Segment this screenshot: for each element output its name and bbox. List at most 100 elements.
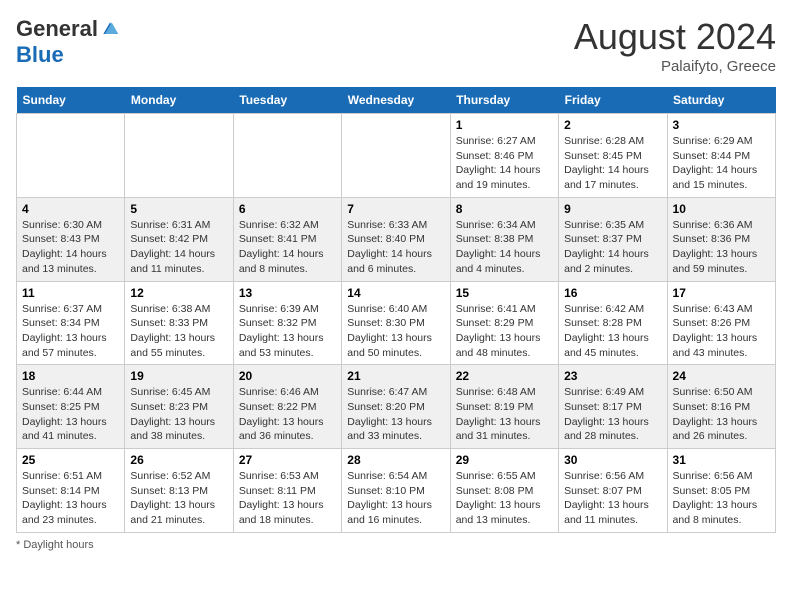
calendar-cell: 25 Sunrise: 6:51 AMSunset: 8:14 PMDayligh…: [17, 449, 125, 533]
location: Palaifyto, Greece: [574, 58, 776, 75]
day-number: 28: [347, 453, 444, 467]
calendar-cell: [233, 114, 341, 198]
logo-icon: [100, 19, 120, 39]
day-number: 20: [239, 369, 336, 383]
day-info: Sunrise: 6:48 AMSunset: 8:19 PMDaylight:…: [456, 385, 553, 444]
calendar-cell: 11Sunrise: 6:37 AMSunset: 8:34 PMDayligh…: [17, 281, 125, 365]
day-info: Sunrise: 6:29 AMSunset: 8:44 PMDaylight:…: [673, 134, 770, 193]
day-info: Sunrise: 6:56 AMSunset: 8:07 PMDaylight:…: [564, 469, 661, 528]
calendar-cell: [125, 114, 233, 198]
calendar-cell: 17 Sunrise: 6:43 AMSunset: 8:26 PMDayligh…: [667, 281, 775, 365]
day-info: Sunrise: 6:46 AMSunset: 8:22 PMDaylight:…: [239, 385, 336, 444]
day-number: 13: [239, 286, 336, 300]
calendar-cell: 23 Sunrise: 6:49 AMSunset: 8:17 PMDayligh…: [559, 365, 667, 449]
calendar-cell: 12Sunrise: 6:38 AMSunset: 8:33 PMDayligh…: [125, 281, 233, 365]
day-number: 21: [347, 369, 444, 383]
day-info: Sunrise: 6:33 AMSunset: 8:40 PMDaylight:…: [347, 218, 444, 277]
day-info: Sunrise: 6:45 AMSunset: 8:23 PMDaylight:…: [130, 385, 227, 444]
day-number: 9: [564, 202, 661, 216]
day-info: Sunrise: 6:38 AMSunset: 8:33 PMDaylight:…: [130, 302, 227, 361]
day-info: Sunrise: 6:39 AMSunset: 8:32 PMDaylight:…: [239, 302, 336, 361]
day-info: Sunrise: 6:40 AMSunset: 8:30 PMDaylight:…: [347, 302, 444, 361]
calendar-cell: 29 Sunrise: 6:55 AMSunset: 8:08 PMDayligh…: [450, 449, 558, 533]
day-info: Sunrise: 6:43 AMSunset: 8:26 PMDaylight:…: [673, 302, 770, 361]
day-number: 30: [564, 453, 661, 467]
calendar-cell: 30 Sunrise: 6:56 AMSunset: 8:07 PMDayligh…: [559, 449, 667, 533]
day-info: Sunrise: 6:28 AMSunset: 8:45 PMDaylight:…: [564, 134, 661, 193]
calendar-cell: 28Sunrise: 6:54 AMSunset: 8:10 PMDayligh…: [342, 449, 450, 533]
day-info: Sunrise: 6:41 AMSunset: 8:29 PMDaylight:…: [456, 302, 553, 361]
calendar-header-row: SundayMondayTuesdayWednesdayThursdayFrid…: [17, 87, 776, 114]
calendar-cell: 18Sunrise: 6:44 AMSunset: 8:25 PMDayligh…: [17, 365, 125, 449]
day-number: 24: [673, 369, 770, 383]
daylight-hours-label: Daylight hours: [23, 539, 93, 551]
day-number: 17: [673, 286, 770, 300]
day-number: 10: [673, 202, 770, 216]
calendar-cell: 26Sunrise: 6:52 AMSunset: 8:13 PMDayligh…: [125, 449, 233, 533]
calendar-cell: 9 Sunrise: 6:35 AMSunset: 8:37 PMDaylight…: [559, 197, 667, 281]
calendar-dow-wednesday: Wednesday: [342, 87, 450, 114]
day-number: 7: [347, 202, 444, 216]
day-number: 19: [130, 369, 227, 383]
logo-general-text: General: [16, 16, 98, 42]
day-info: Sunrise: 6:55 AMSunset: 8:08 PMDaylight:…: [456, 469, 553, 528]
day-info: Sunrise: 6:36 AMSunset: 8:36 PMDaylight:…: [673, 218, 770, 277]
calendar-cell: 2 Sunrise: 6:28 AMSunset: 8:45 PMDaylight…: [559, 114, 667, 198]
day-number: 23: [564, 369, 661, 383]
calendar-week-4: 18Sunrise: 6:44 AMSunset: 8:25 PMDayligh…: [17, 365, 776, 449]
day-number: 25: [22, 453, 119, 467]
day-number: 16: [564, 286, 661, 300]
day-number: 27: [239, 453, 336, 467]
day-info: Sunrise: 6:31 AMSunset: 8:42 PMDaylight:…: [130, 218, 227, 277]
month-year: August 2024: [574, 16, 776, 58]
logo: General Blue: [16, 16, 120, 68]
calendar-cell: 13 Sunrise: 6:39 AMSunset: 8:32 PMDayligh…: [233, 281, 341, 365]
calendar-cell: 24Sunrise: 6:50 AMSunset: 8:16 PMDayligh…: [667, 365, 775, 449]
calendar-cell: 20 Sunrise: 6:46 AMSunset: 8:22 PMDayligh…: [233, 365, 341, 449]
calendar-cell: 15 Sunrise: 6:41 AMSunset: 8:29 PMDayligh…: [450, 281, 558, 365]
day-number: 2: [564, 118, 661, 132]
day-info: Sunrise: 6:56 AMSunset: 8:05 PMDaylight:…: [673, 469, 770, 528]
day-number: 5: [130, 202, 227, 216]
day-info: Sunrise: 6:44 AMSunset: 8:25 PMDaylight:…: [22, 385, 119, 444]
footer-note: * Daylight hours: [16, 539, 776, 551]
day-info: Sunrise: 6:42 AMSunset: 8:28 PMDaylight:…: [564, 302, 661, 361]
day-number: 11: [22, 286, 119, 300]
calendar-week-2: 4Sunrise: 6:30 AMSunset: 8:43 PMDaylight…: [17, 197, 776, 281]
calendar-table: SundayMondayTuesdayWednesdayThursdayFrid…: [16, 87, 776, 533]
day-info: Sunrise: 6:27 AMSunset: 8:46 PMDaylight:…: [456, 134, 553, 193]
day-info: Sunrise: 6:51 AMSunset: 8:14 PMDaylight:…: [22, 469, 119, 528]
calendar-dow-saturday: Saturday: [667, 87, 775, 114]
day-info: Sunrise: 6:53 AMSunset: 8:11 PMDaylight:…: [239, 469, 336, 528]
day-number: 3: [673, 118, 770, 132]
day-number: 8: [456, 202, 553, 216]
calendar-cell: 14 Sunrise: 6:40 AMSunset: 8:30 PMDayligh…: [342, 281, 450, 365]
title-block: August 2024 Palaifyto, Greece: [574, 16, 776, 75]
calendar-dow-friday: Friday: [559, 87, 667, 114]
day-number: 31: [673, 453, 770, 467]
calendar-cell: 31 Sunrise: 6:56 AMSunset: 8:05 PMDayligh…: [667, 449, 775, 533]
day-info: Sunrise: 6:35 AMSunset: 8:37 PMDaylight:…: [564, 218, 661, 277]
calendar-week-1: 1Sunrise: 6:27 AMSunset: 8:46 PMDaylight…: [17, 114, 776, 198]
logo-blue-text: Blue: [16, 42, 64, 68]
calendar-cell: 4Sunrise: 6:30 AMSunset: 8:43 PMDaylight…: [17, 197, 125, 281]
day-info: Sunrise: 6:49 AMSunset: 8:17 PMDaylight:…: [564, 385, 661, 444]
day-number: 22: [456, 369, 553, 383]
header: General Blue August 2024 Palaifyto, Gree…: [16, 16, 776, 75]
calendar-week-5: 25 Sunrise: 6:51 AMSunset: 8:14 PMDayligh…: [17, 449, 776, 533]
day-number: 15: [456, 286, 553, 300]
calendar-cell: 22 Sunrise: 6:48 AMSunset: 8:19 PMDayligh…: [450, 365, 558, 449]
day-number: 29: [456, 453, 553, 467]
calendar-body: 1Sunrise: 6:27 AMSunset: 8:46 PMDaylight…: [17, 114, 776, 533]
day-info: Sunrise: 6:52 AMSunset: 8:13 PMDaylight:…: [130, 469, 227, 528]
calendar-cell: 8 Sunrise: 6:34 AMSunset: 8:38 PMDaylight…: [450, 197, 558, 281]
calendar-cell: 1Sunrise: 6:27 AMSunset: 8:46 PMDaylight…: [450, 114, 558, 198]
calendar-cell: 7 Sunrise: 6:33 AMSunset: 8:40 PMDaylight…: [342, 197, 450, 281]
calendar-cell: 5 Sunrise: 6:31 AMSunset: 8:42 PMDaylight…: [125, 197, 233, 281]
calendar-dow-sunday: Sunday: [17, 87, 125, 114]
calendar-cell: [17, 114, 125, 198]
calendar-cell: 21Sunrise: 6:47 AMSunset: 8:20 PMDayligh…: [342, 365, 450, 449]
calendar-dow-monday: Monday: [125, 87, 233, 114]
day-info: Sunrise: 6:34 AMSunset: 8:38 PMDaylight:…: [456, 218, 553, 277]
day-number: 14: [347, 286, 444, 300]
